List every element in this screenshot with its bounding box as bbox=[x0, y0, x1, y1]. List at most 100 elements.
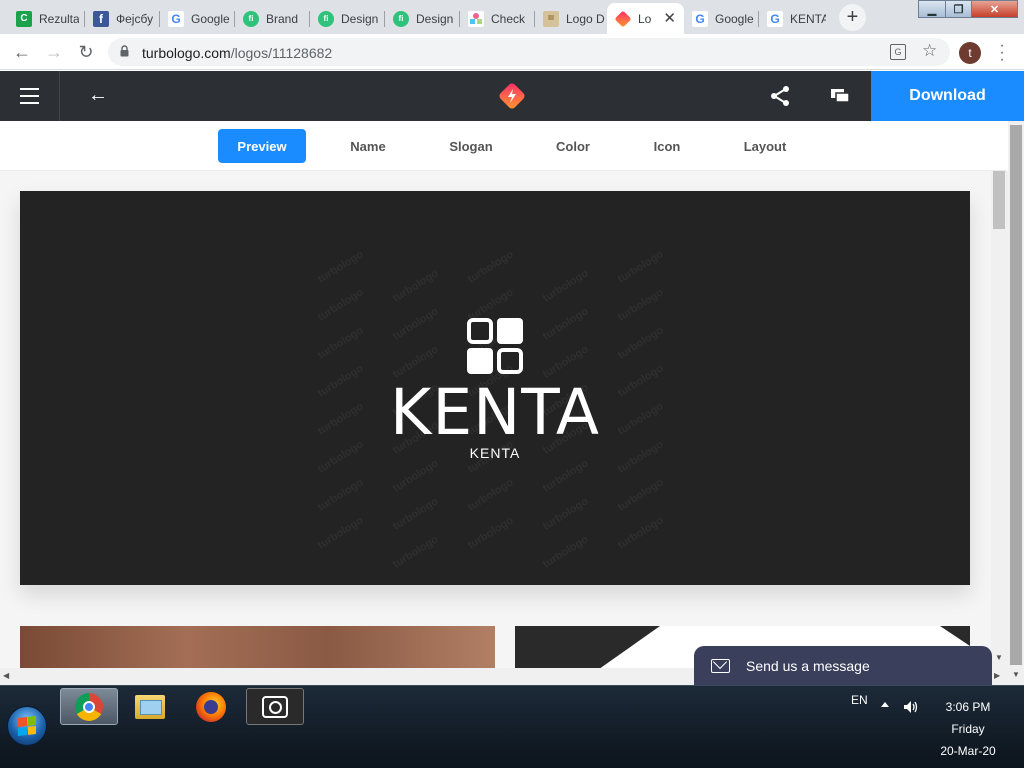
window-close-button[interactable]: ✕ bbox=[971, 0, 1018, 18]
reload-icon[interactable]: ↻ bbox=[76, 42, 96, 62]
browser-tab[interactable]: Check bbox=[460, 3, 535, 34]
watermark-text: turbologo bbox=[615, 476, 666, 514]
windows-taskbar: EN 3:06 PM Friday 20-Mar-20 bbox=[0, 685, 1024, 768]
tab-color[interactable]: Color bbox=[543, 129, 603, 163]
browser-tab-strip: C Rezulta f Фејсбу G Google fi Brand fi … bbox=[0, 0, 1024, 34]
watermark-text: turbologo bbox=[315, 248, 366, 286]
new-tab-button[interactable]: + bbox=[839, 4, 866, 31]
watermark-text: turbologo bbox=[390, 533, 441, 571]
scroll-down-arrow-icon[interactable]: ▼ bbox=[995, 653, 1003, 662]
lock-icon bbox=[120, 45, 129, 57]
share-icon[interactable] bbox=[768, 84, 792, 108]
url-host: turbologo.com bbox=[142, 45, 231, 61]
page-scrollbar[interactable]: ▼ bbox=[1008, 121, 1024, 685]
browser-tab[interactable]: G Google bbox=[160, 3, 235, 34]
browser-tab[interactable]: f Фејсбу bbox=[85, 3, 160, 34]
scroll-right-arrow-icon[interactable]: ▶ bbox=[994, 671, 1000, 680]
logo-name-text: KENTA bbox=[390, 376, 600, 449]
taskbar-chrome[interactable] bbox=[60, 688, 118, 725]
browser-tab[interactable]: C Rezulta bbox=[8, 3, 85, 34]
browser-tab-title: KENTA bbox=[790, 11, 826, 26]
clock-date: 20-Mar-20 bbox=[940, 744, 996, 758]
watermark-text: turbologo bbox=[615, 286, 666, 324]
browser-tab-title: Фејсбу bbox=[116, 11, 154, 26]
start-button[interactable] bbox=[7, 706, 47, 746]
fi-icon: fi bbox=[243, 10, 259, 27]
browser-tab-title: Brand bbox=[266, 11, 299, 26]
browser-tab-title: Design bbox=[416, 11, 454, 26]
chrome-icon bbox=[75, 692, 103, 721]
show-hidden-icons-icon[interactable] bbox=[881, 702, 889, 707]
browser-tab-title: Logo D bbox=[566, 11, 605, 26]
logo-slogan-text: KENTA bbox=[469, 445, 521, 461]
facebook-icon: f bbox=[93, 10, 109, 27]
watermark-text: turbologo bbox=[615, 324, 666, 362]
close-tab-icon[interactable]: ✕ bbox=[663, 9, 676, 27]
address-bar[interactable]: turbologo.com/logos/11128682 G ☆ bbox=[108, 38, 950, 66]
back-arrow-icon[interactable]: ← bbox=[88, 84, 108, 107]
turbologo-icon bbox=[614, 10, 632, 27]
tab-slogan[interactable]: Slogan bbox=[441, 129, 501, 163]
tab-preview[interactable]: Preview bbox=[218, 129, 306, 163]
browser-tab[interactable]: fi Design bbox=[310, 3, 385, 34]
four-squares-logo-icon bbox=[467, 318, 523, 374]
browser-tab-title: Check bbox=[491, 11, 526, 26]
url-path: /logos/11128682 bbox=[230, 45, 333, 61]
file-explorer-icon bbox=[135, 694, 165, 719]
browser-menu-icon[interactable]: · · · bbox=[995, 38, 1009, 68]
browser-tab[interactable]: fi Design bbox=[385, 3, 460, 34]
inner-scrollbar-thumb[interactable] bbox=[993, 171, 1005, 229]
browser-tab[interactable]: fi Brand bbox=[235, 3, 310, 34]
hamburger-menu-icon[interactable] bbox=[0, 71, 60, 121]
tab-layout[interactable]: Layout bbox=[735, 129, 795, 163]
fi-icon: fi bbox=[393, 10, 409, 27]
watermark-text: turbologo bbox=[540, 495, 591, 533]
logo-icon: III bbox=[543, 10, 559, 27]
window-restore-button[interactable]: ❐ bbox=[945, 0, 972, 18]
profile-avatar[interactable]: t bbox=[959, 42, 981, 64]
google-icon: G bbox=[168, 10, 184, 27]
language-indicator[interactable]: EN bbox=[851, 693, 868, 707]
browser-tab-title: Lo bbox=[638, 11, 652, 26]
download-button[interactable]: Download bbox=[871, 71, 1024, 121]
back-icon[interactable]: ← bbox=[12, 42, 32, 62]
browser-tab-active[interactable]: Lo ✕ bbox=[607, 3, 684, 34]
tab-name[interactable]: Name bbox=[338, 129, 398, 163]
taskbar-camera[interactable] bbox=[246, 688, 304, 725]
system-clock[interactable]: 3:06 PM Friday 20-Mar-20 bbox=[930, 696, 1006, 762]
watermark-text: turbologo bbox=[390, 267, 441, 305]
watermark-text: turbologo bbox=[615, 514, 666, 552]
browser-tab-title: Google bbox=[715, 11, 754, 26]
watermark-text: turbologo bbox=[315, 514, 366, 552]
google-icon: G bbox=[767, 10, 783, 27]
scroll-left-arrow-icon[interactable]: ◀ bbox=[3, 671, 9, 680]
windows-logo-icon bbox=[18, 716, 36, 736]
translate-icon[interactable]: G bbox=[890, 44, 906, 60]
browser-tab[interactable]: G Google bbox=[684, 3, 759, 34]
forward-icon[interactable]: → bbox=[44, 42, 64, 62]
fi-icon: fi bbox=[318, 10, 334, 27]
taskbar-explorer[interactable] bbox=[121, 688, 179, 725]
page-scrollbar-thumb[interactable] bbox=[1010, 125, 1022, 665]
volume-icon[interactable] bbox=[903, 700, 919, 714]
google-icon: G bbox=[692, 10, 708, 27]
scroll-down-arrow-icon[interactable]: ▼ bbox=[1012, 670, 1020, 679]
tab-icon[interactable]: Icon bbox=[637, 129, 697, 163]
browser-tab[interactable]: G KENTA bbox=[759, 3, 831, 34]
inner-scrollbar[interactable]: ▼ bbox=[991, 171, 1008, 668]
firefox-icon bbox=[196, 691, 226, 722]
watermark-text: turbologo bbox=[540, 267, 591, 305]
taskbar-firefox[interactable] bbox=[182, 688, 240, 725]
browser-tab[interactable]: III Logo D bbox=[535, 3, 607, 34]
watermark-text: turbologo bbox=[315, 286, 366, 324]
watermark-text: turbologo bbox=[540, 305, 591, 343]
wood-mockup-thumbnail[interactable] bbox=[20, 626, 495, 668]
turbologo-brand-icon[interactable] bbox=[497, 81, 527, 111]
bookmark-star-icon[interactable]: ☆ bbox=[922, 41, 937, 61]
browser-toolbar: ← → ↻ turbologo.com/logos/11128682 G ☆ t… bbox=[0, 34, 1024, 70]
browser-tab-title: Rezulta bbox=[39, 11, 79, 26]
clock-time: 3:06 PM bbox=[945, 700, 991, 714]
send-message-widget[interactable]: Send us a message bbox=[694, 646, 992, 686]
window-minimize-button[interactable]: ▁ bbox=[918, 0, 946, 18]
chat-bubbles-icon[interactable] bbox=[830, 87, 850, 105]
